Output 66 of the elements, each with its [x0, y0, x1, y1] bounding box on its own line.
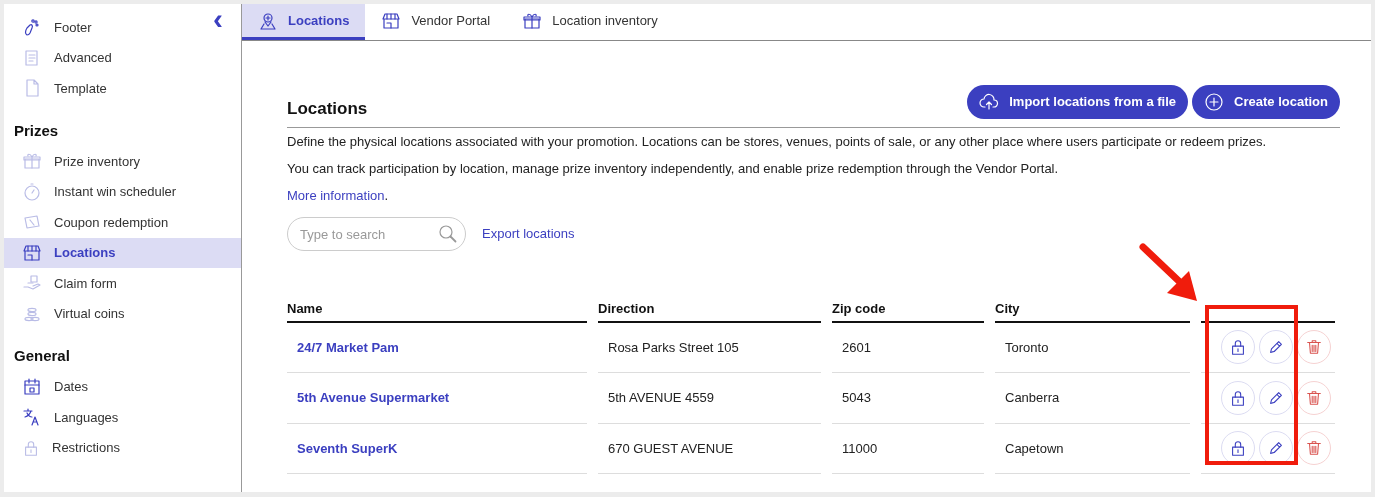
tab[interactable]: Vendor Portal: [365, 4, 507, 40]
delete-button[interactable]: [1297, 380, 1331, 415]
sidebar-item[interactable]: Template: [4, 73, 113, 104]
description-text: Define the physical locations associated with your promotion. Locations can be stores, venues, points of sale, or any other place where users participate or redeem prizes.: [287, 133, 1268, 151]
sidebar-item[interactable]: Coupon redemption: [4, 207, 175, 238]
sidebar-item[interactable]: Claim form: [4, 268, 123, 299]
column-header: Name: [287, 299, 587, 323]
tab[interactable]: Location inventory: [506, 4, 674, 40]
table-cell-text: 2601: [842, 338, 871, 357]
search-icon: [438, 224, 458, 244]
calendar-icon: [22, 376, 42, 397]
section-heading: General: [13, 346, 71, 366]
column-header: Direction: [598, 299, 821, 323]
table-cell-text: Rosa Parks Street 105: [608, 338, 739, 357]
sidebar-item[interactable]: Prize inventory: [4, 146, 146, 177]
create-button[interactable]: Create location: [1192, 85, 1340, 119]
sidebar-item[interactable]: Dates: [4, 371, 94, 402]
trash-icon: [1305, 388, 1323, 407]
table-cell-text: 5043: [842, 389, 871, 407]
name-link[interactable]: 24/7 Market Pam: [297, 337, 399, 357]
plus-circle-icon: [1204, 92, 1225, 112]
delete-button[interactable]: [1297, 330, 1331, 365]
sidebar-item[interactable]: Languages: [4, 402, 125, 433]
table-cell-text: 5th AVENUE 4559: [608, 389, 714, 407]
gift-icon: [22, 151, 42, 172]
sidebar-item[interactable]: Instant win scheduler: [4, 176, 183, 207]
sidebar-item[interactable]: Footer: [4, 12, 98, 43]
edit-button[interactable]: [1259, 330, 1293, 365]
trash-icon: [1305, 338, 1323, 357]
search-field[interactable]: Type to search: [287, 217, 466, 251]
sidebar-item[interactable]: Advanced: [4, 42, 118, 73]
name-link[interactable]: Seventh SuperK: [297, 438, 398, 458]
tab[interactable]: Locations: [242, 4, 366, 40]
delete-button[interactable]: [1297, 431, 1331, 466]
cloud-upload-icon: [979, 92, 1000, 112]
store-icon: [381, 10, 402, 31]
lock-icon: [1229, 439, 1247, 458]
table-cell-text: Capetown: [1005, 439, 1064, 458]
page-title: Locations: [287, 98, 368, 119]
sidebar-item[interactable]: Virtual coins: [4, 298, 131, 329]
collapse-button[interactable]: ‹: [213, 4, 223, 34]
sidebar-item[interactable]: Locations: [4, 237, 241, 268]
lock-button[interactable]: [1221, 380, 1255, 415]
more-info-text: More information.: [287, 187, 390, 205]
edit-button[interactable]: [1259, 380, 1293, 415]
sidebar-item[interactable]: Restrictions: [4, 432, 126, 463]
table-cell-text: Toronto: [1005, 338, 1049, 357]
table-cell-text: 670 GUEST AVENUE: [608, 439, 734, 458]
lock-icon: [1229, 338, 1247, 357]
column-header: City: [995, 299, 1190, 323]
lock-button[interactable]: [1221, 330, 1255, 365]
lock-icon: [22, 438, 40, 457]
section-heading: Prizes: [13, 120, 60, 141]
stopwatch-icon: [22, 181, 42, 202]
column-header: Zip code: [832, 299, 984, 323]
import-button[interactable]: Import locations from a file: [967, 85, 1189, 119]
lock-icon: [1229, 388, 1247, 407]
description-text: You can track participation by location, manage prize inventory independently, and enable prize redemption through the Vendor Portal.: [287, 160, 1060, 178]
table-cell-text: Canberra: [1005, 389, 1060, 407]
map-pin-icon: [258, 10, 278, 31]
export-link[interactable]: Export locations: [482, 224, 575, 244]
more-info-link[interactable]: More information: [287, 188, 385, 203]
store-icon: [22, 242, 42, 263]
name-link[interactable]: 5th Avenue Supermarket: [297, 388, 450, 408]
table-cell-text: 11000: [842, 439, 878, 458]
trash-icon: [1305, 439, 1323, 458]
